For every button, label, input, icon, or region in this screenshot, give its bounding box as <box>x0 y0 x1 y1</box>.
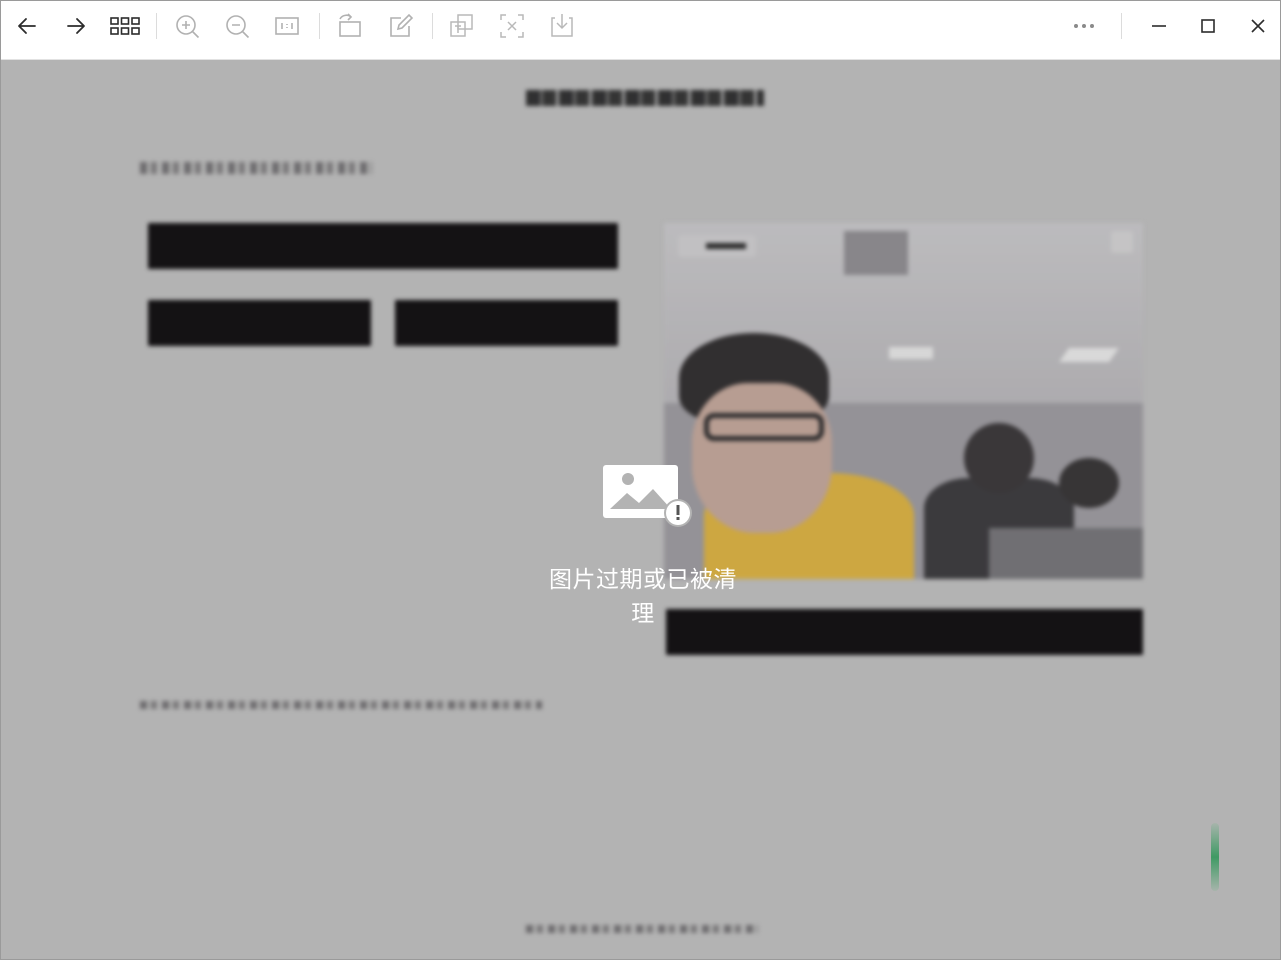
expired-message: 图片过期或已被清理 <box>549 567 737 627</box>
maximize-icon[interactable] <box>1192 10 1224 42</box>
toolbar <box>1 1 1280 60</box>
blurred-caption <box>140 701 542 709</box>
blurred-button <box>148 300 371 346</box>
arrow-left-icon[interactable] <box>11 10 43 42</box>
more-icon[interactable] <box>1068 10 1100 42</box>
edit-icon[interactable] <box>385 10 417 42</box>
scroll-indicator <box>1211 823 1219 891</box>
zoom-in-icon[interactable] <box>171 10 203 42</box>
toolbar-divider <box>319 13 320 39</box>
blurred-footer <box>526 925 758 933</box>
close-icon[interactable] <box>1242 10 1274 42</box>
blurred-button <box>148 223 618 269</box>
toolbar-divider <box>156 13 157 39</box>
arrow-right-icon[interactable] <box>60 10 92 42</box>
download-icon[interactable] <box>546 10 578 42</box>
broken-image-icon <box>601 463 693 529</box>
extract-text-icon[interactable] <box>496 10 528 42</box>
rotate-icon[interactable] <box>334 10 366 42</box>
blurred-button <box>395 300 618 346</box>
webcam-photo <box>664 223 1143 579</box>
actual-size-icon[interactable] <box>271 10 303 42</box>
blurred-subtitle <box>140 162 372 174</box>
translate-icon[interactable] <box>446 10 478 42</box>
blurred-heading <box>526 90 764 106</box>
minimize-icon[interactable] <box>1143 10 1175 42</box>
toolbar-divider <box>432 13 433 39</box>
toolbar-divider <box>1121 13 1122 39</box>
image-viewer-window: 图片过期或已被清理 <box>0 0 1281 960</box>
grid-icon[interactable] <box>109 10 141 42</box>
zoom-out-icon[interactable] <box>221 10 253 42</box>
